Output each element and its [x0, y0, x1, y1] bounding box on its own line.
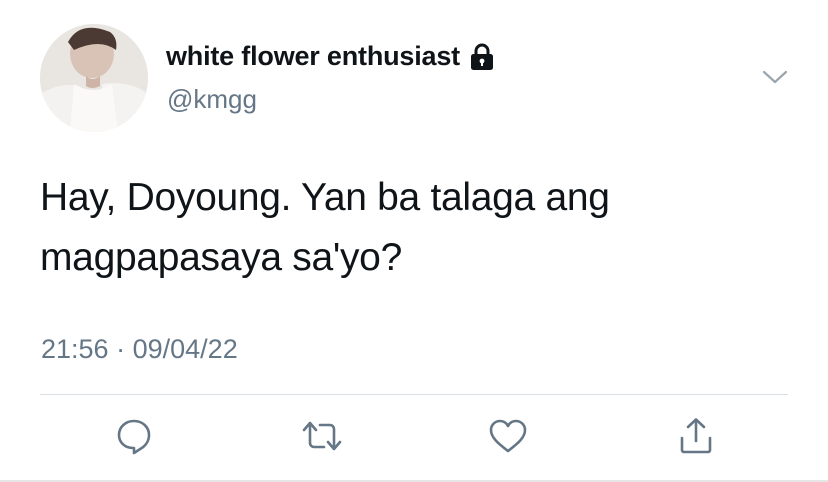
- like-icon: [489, 419, 527, 453]
- profile-photo-icon: [40, 24, 148, 132]
- retweet-button[interactable]: [298, 412, 346, 460]
- retweet-icon: [302, 421, 342, 451]
- like-button[interactable]: [484, 412, 532, 460]
- reply-button[interactable]: [110, 412, 158, 460]
- tweet-text-line: Hay, Doyoung. Yan ba talaga ang: [40, 176, 610, 219]
- tweet-text-line: magpapasaya sa'yo?: [40, 236, 402, 279]
- display-name[interactable]: white flower enthusiast: [166, 41, 460, 72]
- avatar[interactable]: [40, 24, 148, 132]
- reply-icon: [117, 419, 151, 455]
- divider: [40, 394, 788, 395]
- tweet-text: Hay, Doyoung. Yan ba talaga ang magpapas…: [40, 168, 780, 288]
- author-handle[interactable]: @kmgg: [167, 84, 257, 115]
- share-button[interactable]: [672, 412, 720, 460]
- lock-icon: [469, 42, 495, 72]
- tweet-date: 09/04/22: [132, 334, 238, 364]
- action-bar: [0, 412, 828, 460]
- tweet-timestamp[interactable]: 21:56 · 09/04/22: [41, 334, 238, 365]
- share-icon: [680, 418, 712, 454]
- chevron-down-icon[interactable]: [762, 68, 788, 86]
- tweet-time: 21:56: [41, 334, 109, 364]
- author-name[interactable]: white flower enthusiast: [166, 41, 495, 72]
- tweet-card: white flower enthusiast @kmgg Hay, Doyou…: [0, 0, 828, 482]
- meta-separator: ·: [116, 334, 126, 364]
